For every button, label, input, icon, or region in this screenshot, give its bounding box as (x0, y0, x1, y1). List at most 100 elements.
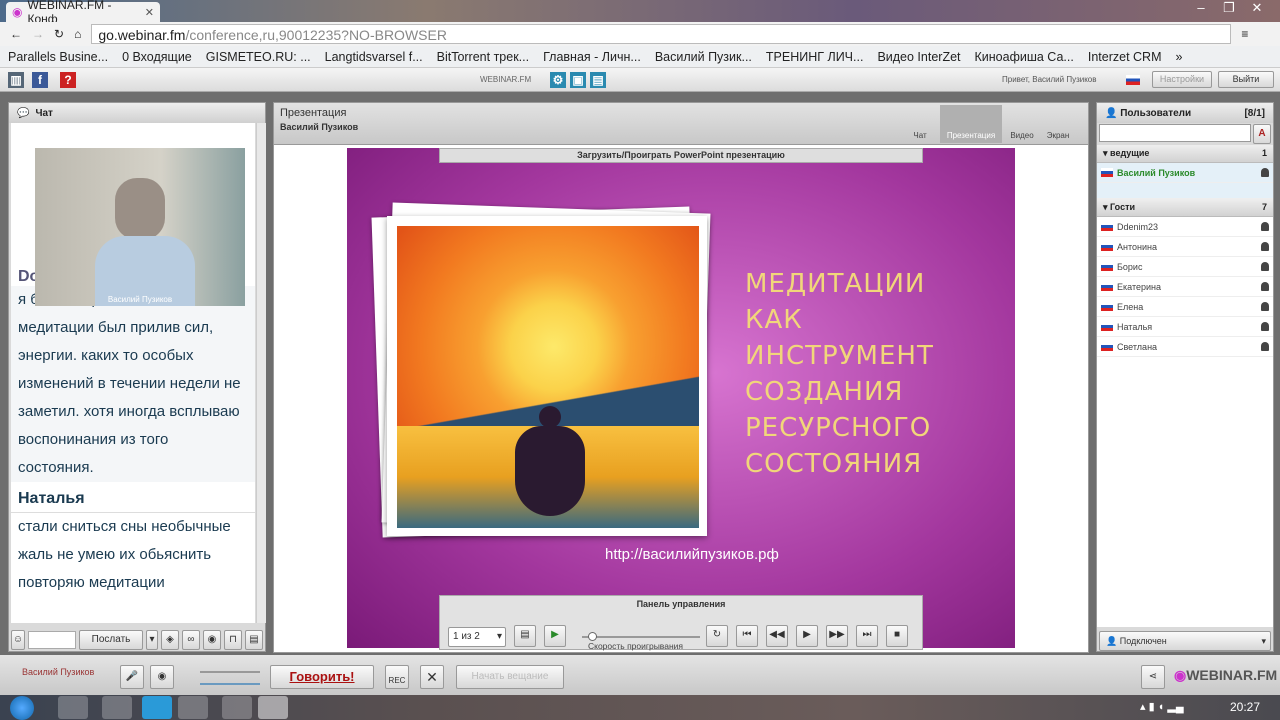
logout-button[interactable]: Выйти (1218, 71, 1274, 88)
last-slide-icon[interactable]: ⏭ (856, 625, 878, 647)
mic-volume-slider[interactable] (200, 683, 260, 685)
speed-slider-thumb[interactable] (587, 632, 597, 641)
notes-taskbar-icon[interactable] (222, 696, 252, 719)
start-broadcast-button[interactable]: Начать вещание (456, 665, 564, 689)
eraser-icon[interactable]: ◈ (161, 630, 179, 650)
user-row[interactable]: Светлана (1097, 337, 1273, 357)
archive-icon[interactable]: ▤ (590, 72, 606, 88)
fast-forward-icon[interactable]: ▶▶ (826, 625, 848, 647)
save-icon[interactable]: ▤ (245, 630, 263, 650)
user-row[interactable]: Борис (1097, 257, 1273, 277)
webinar-favicon-icon: ◉ (12, 5, 23, 19)
language-flag-icon[interactable] (1126, 75, 1140, 85)
send-options-icon[interactable]: ▾ (146, 630, 158, 650)
close-window-icon[interactable]: ✕ (1244, 0, 1270, 18)
settings-gear-icon[interactable]: ⚙ (550, 72, 566, 88)
speaker-volume-slider[interactable] (200, 671, 260, 673)
bookmark[interactable]: ТРЕНИНГ ЛИЧ... (766, 50, 864, 64)
record-button[interactable]: REC (385, 665, 409, 689)
first-slide-icon[interactable]: ⏮ (736, 625, 758, 647)
menu-icon[interactable]: ≡ (1241, 27, 1248, 41)
refresh-icon[interactable]: ↻ (706, 625, 728, 647)
link-icon[interactable]: ∞ (182, 630, 200, 650)
fullscreen-icon[interactable]: ✕ (420, 665, 444, 689)
unlock-icon[interactable]: ⊓ (224, 630, 242, 650)
app-taskbar-icon[interactable] (258, 696, 288, 719)
webcam-icon[interactable]: ◉ (150, 665, 174, 689)
minimize-icon[interactable]: – (1188, 0, 1214, 18)
page-select[interactable]: 1 из 2 ▾ (448, 627, 506, 647)
stop-icon[interactable]: ■ (886, 625, 908, 647)
bookmark[interactable]: Interzet CRM (1088, 50, 1162, 64)
presentation-panel: Презентация Василий Пузиков Чат Презента… (273, 102, 1089, 653)
back-icon[interactable]: ← (10, 27, 22, 41)
mode-screen-button[interactable]: Экран (1038, 105, 1078, 143)
user-search-input[interactable] (1099, 124, 1251, 142)
forward-icon[interactable]: → (32, 27, 44, 41)
user-row[interactable]: Василий Пузиков (1097, 163, 1273, 183)
smiley-icon[interactable]: ☺ (11, 630, 25, 650)
user-row[interactable]: Екатерина (1097, 277, 1273, 297)
microphone-icon[interactable]: 🎤 (120, 665, 144, 689)
group-guests[interactable]: ▾ Гости 7 (1097, 199, 1273, 217)
settings-button[interactable]: Настройки (1152, 71, 1212, 88)
user-row[interactable]: Наталья (1097, 317, 1273, 337)
group-hosts[interactable]: ▾ ведущие 1 (1097, 145, 1273, 163)
upload-powerpoint-bar[interactable]: Загрузить/Проиграть PowerPoint презентац… (439, 148, 923, 163)
bookmark[interactable]: 0 Входящие (122, 50, 192, 64)
user-row[interactable]: Ddenim23 (1097, 217, 1273, 237)
bookmark[interactable]: Василий Пузик... (655, 50, 752, 64)
bookmark[interactable]: GISMETEO.RU: ... (206, 50, 311, 64)
chat-input[interactable] (28, 631, 76, 649)
mode-presentation-button[interactable]: Презентация (940, 105, 1002, 143)
broadcast-icon[interactable]: ▶ (544, 625, 566, 647)
layout-icon[interactable]: ▥ (8, 72, 24, 88)
play-icon[interactable]: ▶ (796, 625, 818, 647)
bookmark[interactable]: Parallels Busine... (8, 50, 108, 64)
flag-icon (1101, 168, 1113, 177)
speak-button[interactable]: Говорить! (270, 665, 374, 689)
lock-icon[interactable]: ▣ (570, 72, 586, 88)
chrome-taskbar-icon[interactable] (58, 696, 88, 719)
share-icon[interactable]: ⋖ (1141, 665, 1165, 689)
user-row[interactable]: Антонина (1097, 237, 1273, 257)
sort-icon[interactable]: A (1253, 124, 1271, 144)
bookmark[interactable]: Видео InterZet (877, 50, 960, 64)
bookmark[interactable]: Киноафиша Са... (975, 50, 1074, 64)
clock[interactable]: 20:27 (1230, 700, 1260, 714)
eye-icon[interactable]: ◉ (203, 630, 221, 650)
speed-slider[interactable] (582, 632, 700, 641)
bookmark[interactable]: BitTorrent трек... (437, 50, 529, 64)
bottom-toolbar: Василий Пузиков 🎤 ◉ Говорить! REC ✕ Нача… (0, 655, 1280, 695)
chat-scrollbar[interactable] (256, 123, 266, 623)
current-user-name: Василий Пузиков (22, 667, 95, 677)
slide-url: http://василийпузиков.рф (605, 546, 779, 563)
browser-tab[interactable]: ◉ WEBINAR.FM - Конф ✕ (6, 0, 160, 26)
bookmark[interactable]: Langtidsvarsel f... (325, 50, 423, 64)
restore-icon[interactable]: ❐ (1216, 0, 1242, 18)
notes-icon[interactable]: ▤ (514, 625, 536, 647)
help-icon[interactable]: ? (60, 72, 76, 88)
explorer-taskbar-icon[interactable] (102, 696, 132, 719)
more-bookmarks-icon[interactable]: » (1176, 50, 1183, 64)
webcam-video[interactable]: Василий Пузиков (35, 148, 245, 306)
home-icon[interactable]: ⌂ (74, 27, 81, 41)
mode-video-button[interactable]: Видео (1002, 105, 1042, 143)
mode-chat-button[interactable]: Чат (900, 105, 940, 143)
user-row[interactable]: Елена (1097, 297, 1273, 317)
url-input[interactable]: go.webinar.fm/conference,ru,90012235?NO-… (91, 24, 1232, 44)
webinar-logo[interactable]: ◉WEBINAR.FM (1174, 667, 1277, 684)
greeting: Привет, Василий Пузиков (1002, 75, 1097, 84)
word-taskbar-icon[interactable] (178, 696, 208, 719)
bookmark[interactable]: Главная - Личн... (543, 50, 641, 64)
rewind-icon[interactable]: ◀◀ (766, 625, 788, 647)
start-button-icon[interactable] (10, 696, 34, 720)
facebook-icon[interactable]: f (32, 72, 48, 88)
close-tab-icon[interactable]: ✕ (145, 6, 154, 19)
status-select[interactable]: 👤 Подключен ▾ (1099, 631, 1271, 651)
send-button[interactable]: Послать (79, 630, 143, 650)
tray-icons[interactable]: ▴ ▮ ◖ ▂▄ (1140, 700, 1184, 713)
skype-taskbar-icon[interactable] (142, 696, 172, 719)
reload-icon[interactable]: ↻ (54, 27, 64, 41)
presentation-slide: Загрузить/Проиграть PowerPoint презентац… (347, 148, 1015, 651)
